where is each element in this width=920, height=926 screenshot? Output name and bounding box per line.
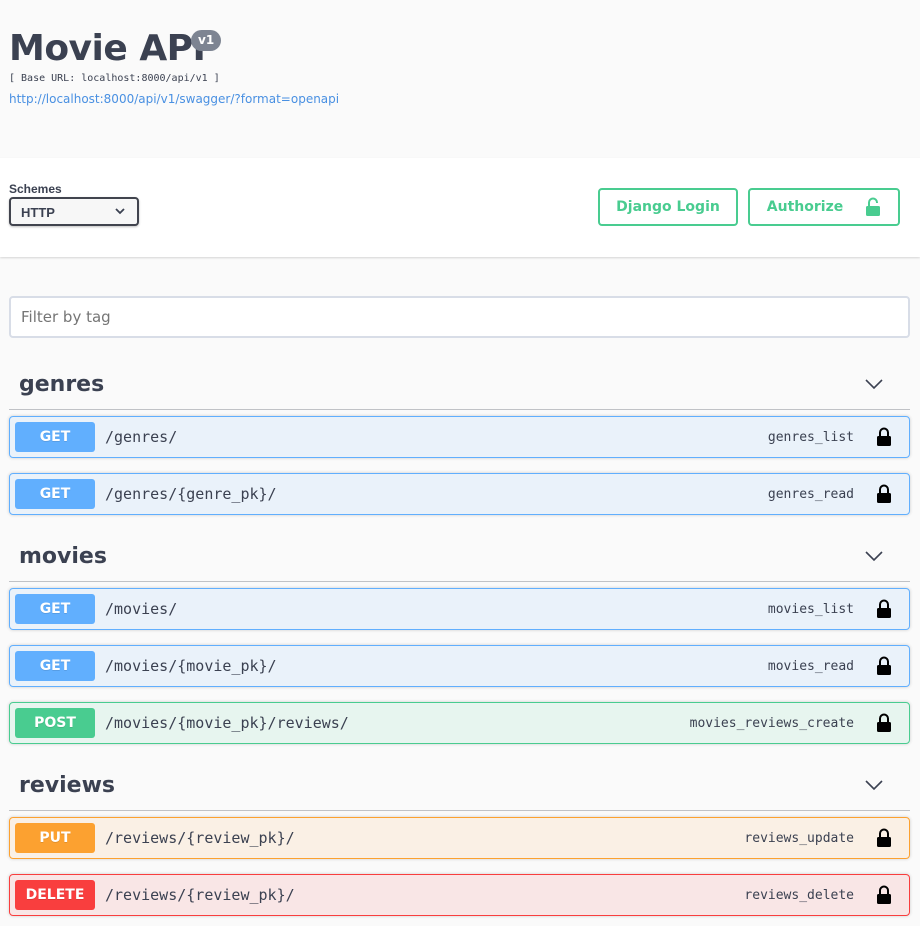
tag-name: reviews: [19, 773, 115, 798]
tag-reviews-header[interactable]: reviews: [9, 765, 910, 811]
method-badge: GET: [15, 594, 95, 624]
operation-id: reviews_update: [744, 831, 854, 846]
chevron-down-icon[interactable]: [864, 546, 884, 566]
operation-path: /reviews/{review_pk}/: [105, 886, 295, 904]
base-url: [ Base URL: localhost:8000/api/v1 ]: [9, 73, 220, 84]
lock-icon[interactable]: [876, 656, 892, 676]
operation-path: /movies/{movie_pk}/: [105, 657, 277, 675]
method-badge: POST: [15, 708, 95, 738]
django-login-button[interactable]: Django Login: [598, 188, 738, 226]
operation-path: /movies/{movie_pk}/reviews/: [105, 714, 349, 732]
lock-icon[interactable]: [876, 484, 892, 504]
operation-id: genres_list: [767, 430, 854, 445]
operation-row[interactable]: DELETE /reviews/{review_pk}/ reviews_del…: [9, 874, 910, 916]
method-badge: PUT: [15, 823, 95, 853]
page-title: Movie API: [9, 28, 206, 69]
chevron-down-icon[interactable]: [864, 775, 884, 795]
operation-row[interactable]: PUT /reviews/{review_pk}/ reviews_update: [9, 817, 910, 859]
lock-icon[interactable]: [876, 828, 892, 848]
version-badge: v1: [191, 30, 222, 51]
unlocked-icon: [866, 197, 881, 216]
operation-row[interactable]: GET /genres/{genre_pk}/ genres_read: [9, 473, 910, 515]
operation-id: genres_read: [767, 487, 854, 502]
schemes-label: Schemes: [9, 182, 62, 196]
operation-row[interactable]: POST /movies/{movie_pk}/reviews/ movies_…: [9, 702, 910, 744]
schemes-selected-value: HTTP: [21, 205, 55, 220]
tag-name: genres: [19, 372, 105, 397]
tag-movies-header[interactable]: movies: [9, 536, 910, 582]
lock-icon[interactable]: [876, 885, 892, 905]
authorize-label: Authorize: [766, 199, 844, 215]
operation-id: reviews_delete: [744, 888, 854, 903]
operation-id: movies_list: [767, 602, 854, 617]
django-login-label: Django Login: [616, 199, 720, 215]
operation-row[interactable]: GET /movies/{movie_pk}/ movies_read: [9, 645, 910, 687]
scheme-container: Schemes HTTP Django Login Authorize: [0, 158, 920, 257]
operation-path: /genres/: [105, 428, 178, 446]
lock-icon[interactable]: [876, 599, 892, 619]
spec-link[interactable]: http://localhost:8000/api/v1/swagger/?fo…: [9, 92, 339, 106]
method-badge: DELETE: [15, 880, 95, 910]
lock-icon[interactable]: [876, 713, 892, 733]
operation-path: /movies/: [105, 600, 178, 618]
method-badge: GET: [15, 479, 95, 509]
chevron-down-icon[interactable]: [864, 374, 884, 394]
lock-icon[interactable]: [876, 427, 892, 447]
operation-id: movies_read: [767, 659, 854, 674]
operation-path: /genres/{genre_pk}/: [105, 485, 277, 503]
operation-id: movies_reviews_create: [689, 716, 854, 731]
filter-by-tag-input[interactable]: [9, 296, 910, 338]
api-info: Movie API v1 [ Base URL: localhost:8000/…: [0, 0, 920, 158]
tag-name: movies: [19, 544, 107, 569]
schemes-select[interactable]: HTTP: [9, 197, 139, 226]
operation-row[interactable]: GET /genres/ genres_list: [9, 416, 910, 458]
method-badge: GET: [15, 422, 95, 452]
authorize-button[interactable]: Authorize: [748, 188, 900, 226]
operation-row[interactable]: GET /movies/ movies_list: [9, 588, 910, 630]
chevron-down-icon: [115, 208, 125, 215]
tag-genres-header[interactable]: genres: [9, 364, 910, 410]
method-badge: GET: [15, 651, 95, 681]
operation-path: /reviews/{review_pk}/: [105, 829, 295, 847]
